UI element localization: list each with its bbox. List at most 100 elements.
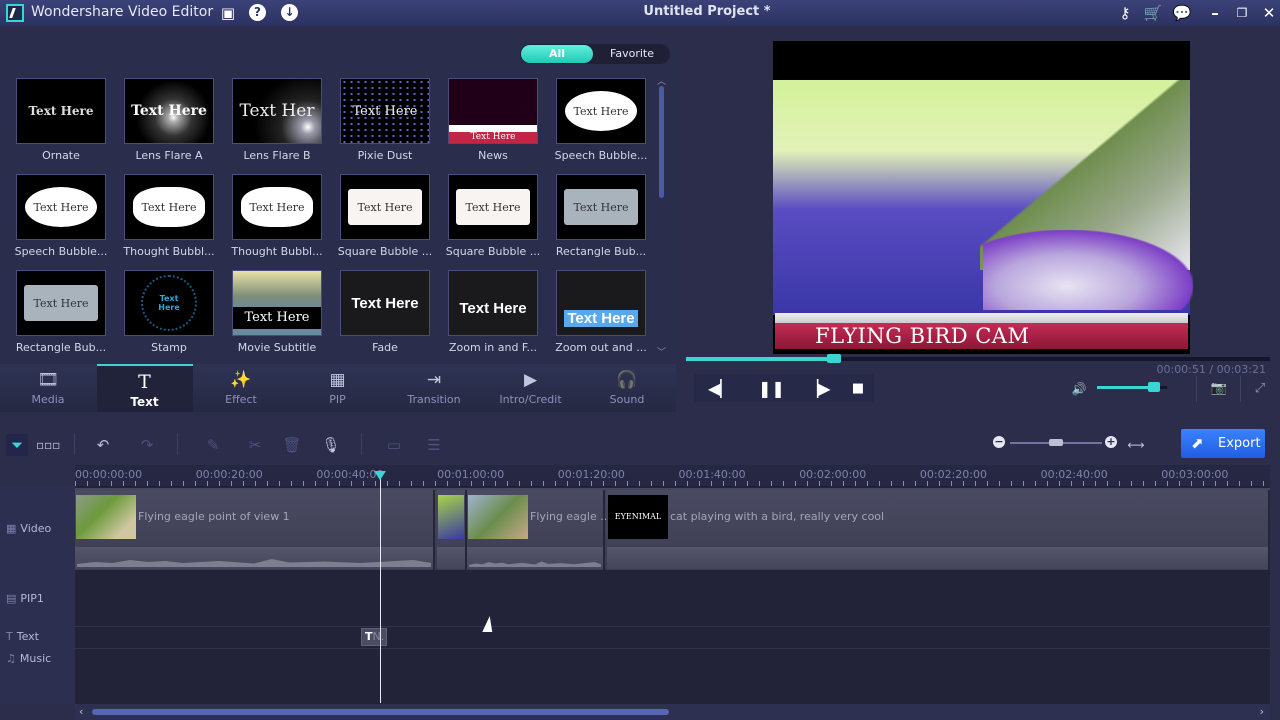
stop-icon[interactable]: ■ (850, 375, 866, 403)
video-clip[interactable]: EYENIMAL cat playing with a bird, really… (607, 490, 1270, 570)
text-template-tile[interactable]: Text Here Speech Bubble... (555, 78, 647, 162)
template-thumbnail: Text Here (124, 78, 214, 144)
ruler-label: 00:01:00:00 (437, 468, 505, 481)
delete-icon[interactable]: 🗑 (281, 434, 303, 456)
fullscreen-icon[interactable]: ⤢ (1250, 375, 1270, 403)
text-template-tile[interactable]: Text Here Fade (340, 270, 430, 354)
text-template-tile[interactable]: Text Here Square Bubble ... (446, 174, 540, 258)
redo-icon[interactable]: ↷ (136, 434, 158, 456)
filter-all-button[interactable]: All (521, 45, 593, 63)
crop-icon[interactable]: ▭ (383, 434, 405, 456)
template-label: Zoom out and ... (555, 341, 647, 354)
volume-handle[interactable] (1148, 382, 1161, 392)
snapshot-camera-icon[interactable]: 📷 (1208, 375, 1230, 403)
clip-thumbnail (438, 495, 464, 539)
text-template-tile[interactable]: Text Here Rectangle Bub... (556, 174, 646, 258)
chat-icon[interactable]: 💬 (1172, 3, 1192, 23)
tab-pip[interactable]: ▦ PIP (290, 364, 386, 412)
edit-icon[interactable]: ✎ (202, 434, 224, 456)
tab-sound[interactable]: 🎧 Sound (579, 364, 675, 412)
pause-icon[interactable]: ❚❚ (758, 375, 785, 403)
text-template-tile[interactable]: Text Here Lens Flare A (124, 78, 214, 162)
text-template-tile[interactable]: Text Here Zoom in and F... (448, 270, 538, 354)
minimize-icon[interactable]: – (1205, 3, 1225, 23)
playhead-handle[interactable] (374, 471, 386, 480)
split-screen-icon[interactable]: ☰ (423, 434, 445, 456)
ruler-label: 00:01:20:00 (557, 468, 625, 481)
seek-handle[interactable] (827, 354, 842, 363)
tab-label: Transition (407, 393, 461, 406)
scroll-down-icon[interactable]: ﹀ (657, 345, 666, 358)
previous-frame-icon[interactable]: ◀▏ (708, 375, 733, 403)
clip-thumbnail (468, 495, 528, 539)
timeline-zoom-handle[interactable] (1049, 439, 1063, 446)
undo-icon[interactable]: ↶ (92, 434, 114, 456)
tab-intro-credit[interactable]: ▶ Intro/Credit (483, 364, 579, 412)
zoom-out-icon[interactable]: − (993, 436, 1005, 448)
text-template-tile[interactable]: Text Here Movie Subtitle (232, 270, 322, 354)
library-scrollbar[interactable] (659, 86, 664, 198)
text-template-tile[interactable]: Text Her Lens Flare B (232, 78, 322, 162)
template-thumbnail: Text Here (16, 174, 106, 240)
template-label: Lens Flare B (243, 149, 311, 162)
storyboard-view-icon[interactable]: ▫▫▫ (36, 434, 60, 456)
timeline-view-icon[interactable]: ⏷ (6, 434, 28, 456)
transition-icon: ⇥ (426, 370, 442, 390)
template-thumbnail: Text Here (448, 78, 538, 144)
tab-transition[interactable]: ⇥ Transition (386, 364, 482, 412)
tab-effect[interactable]: ✨ Effect (193, 364, 289, 412)
track-headers: ▦ Video ▤ PIP1 T Text ♫ Music (0, 486, 75, 704)
timeline-horizontal-scrollbar[interactable]: ‹ › (75, 704, 1270, 720)
restore-icon[interactable]: ❐ (1232, 3, 1252, 23)
volume-slider[interactable] (1097, 382, 1167, 392)
template-label: Speech Bubble... (554, 149, 648, 162)
export-button[interactable]: ⬈ Export (1181, 429, 1265, 458)
text-template-tile[interactable]: Text Here Stamp (124, 270, 214, 354)
filter-favorite-button[interactable]: Favorite (600, 45, 664, 63)
template-label: News (478, 149, 508, 162)
music-track-label: ♫ Music (6, 652, 52, 665)
text-template-tile[interactable]: Text Here News (448, 78, 538, 162)
microphone-icon[interactable]: 🎙 (320, 434, 342, 456)
tab-label: Sound (609, 393, 645, 406)
template-thumbnail: Text Here (556, 270, 646, 336)
playhead[interactable] (380, 475, 381, 703)
text-template-tile[interactable]: Text Here Zoom out and ... (555, 270, 647, 354)
scrollbar-thumb[interactable] (92, 709, 669, 715)
tab-label: Text (130, 395, 159, 409)
template-label: Speech Bubble... (14, 245, 108, 258)
close-icon[interactable]: ✕ (1259, 3, 1279, 23)
tab-text[interactable]: T Text (96, 364, 193, 412)
template-label: Pixie Dust (357, 149, 413, 162)
template-thumbnail: Text Here (124, 270, 214, 336)
scroll-left-icon[interactable]: ‹ (79, 705, 83, 718)
text-template-tile[interactable]: Text Here Ornate (16, 78, 106, 162)
zoom-in-icon[interactable]: + (1105, 436, 1117, 448)
key-icon[interactable]: ⚷ (1115, 3, 1135, 23)
video-preview[interactable]: FLYING BIRD CAM (773, 41, 1193, 354)
video-clip[interactable] (437, 490, 467, 570)
video-clip[interactable]: Flying eagle ... (467, 490, 611, 570)
tab-media[interactable]: 🎞 Media (0, 364, 96, 412)
text-template-tile[interactable]: Text Here Rectangle Bub... (16, 270, 106, 354)
scroll-right-icon[interactable]: › (1260, 705, 1264, 718)
text-clip[interactable]: TN. (361, 628, 387, 646)
fit-timeline-icon[interactable]: ⟷ (1125, 434, 1147, 456)
text-template-tile[interactable]: Text Here Square Bubble ... (338, 174, 432, 258)
text-template-tile[interactable]: Text Here Speech Bubble... (15, 174, 107, 258)
text-template-tile[interactable]: Text Here Thought Bubbl... (231, 174, 323, 258)
next-frame-icon[interactable]: ▕▶ (806, 375, 831, 403)
text-template-tile[interactable]: Text Here Pixie Dust (340, 78, 430, 162)
volume-icon[interactable]: 🔊 (1068, 375, 1090, 403)
preview-seek-bar[interactable] (686, 354, 1270, 363)
text-template-tile[interactable]: Text Here Thought Bubbl... (123, 174, 215, 258)
ruler-label: 00:03:00:00 (1161, 468, 1229, 481)
ruler-label: 00:02:40:00 (1040, 468, 1108, 481)
video-clip[interactable]: Flying eagle point of view 1 (75, 490, 435, 570)
music-icon: ♫ (6, 652, 16, 665)
ruler-label: 00:02:20:00 (919, 468, 987, 481)
magic-wand-icon: ✨ (230, 370, 252, 390)
timeline-ruler[interactable]: 00:00:00:00 00:00:20:00 00:00:40:00 00:01:0… (75, 465, 1270, 486)
cart-icon[interactable]: 🛒 (1143, 3, 1163, 23)
cut-icon[interactable]: ✂ (244, 434, 266, 456)
